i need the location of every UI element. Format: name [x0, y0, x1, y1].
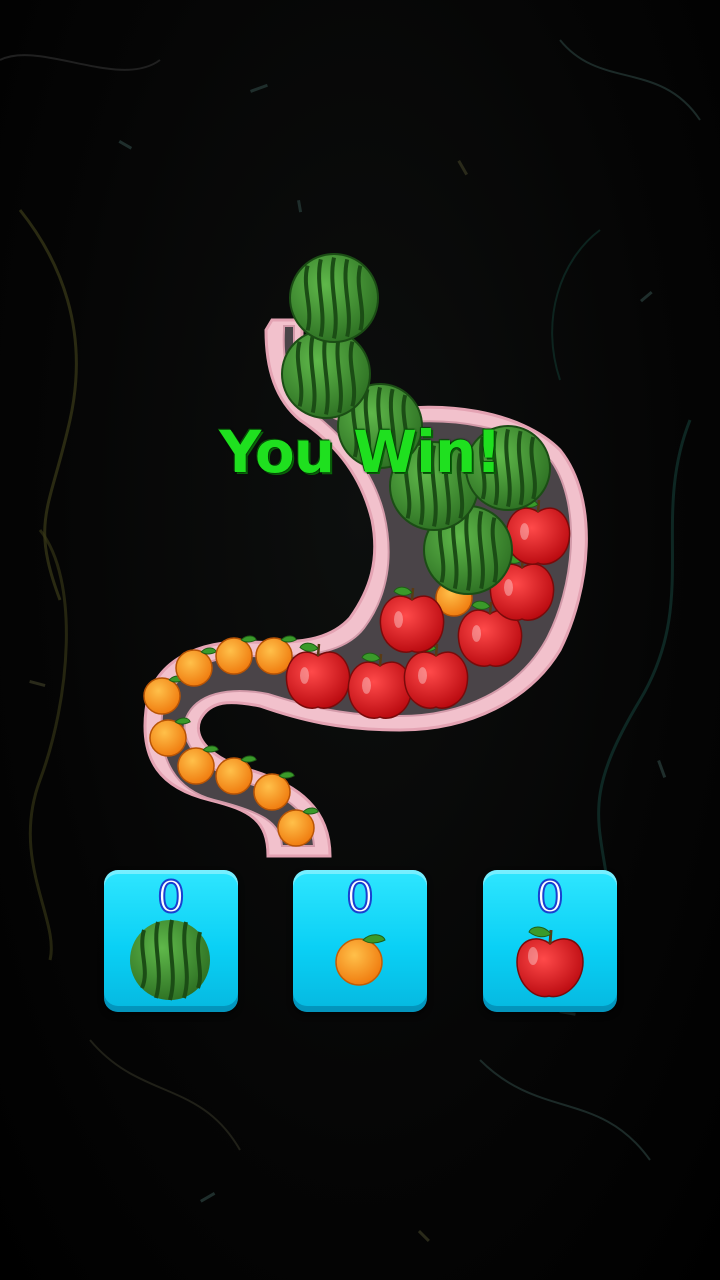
watermelon-piece — [281, 329, 371, 419]
game-screen: You Win! 0 0 0 — [0, 0, 720, 1280]
orange-count: 0 — [345, 871, 375, 924]
watermelon-piece — [289, 253, 379, 343]
apple-counter-button[interactable]: 0 — [483, 870, 617, 1012]
watermelon-counter-button[interactable]: 0 — [104, 870, 238, 1012]
watermelon-count: 0 — [156, 871, 186, 924]
stomach-container — [143, 253, 588, 858]
fruit-pile — [143, 253, 571, 847]
apple-count: 0 — [535, 871, 565, 924]
orange-counter-button[interactable]: 0 — [293, 870, 427, 1012]
watermelon-piece — [465, 425, 551, 511]
